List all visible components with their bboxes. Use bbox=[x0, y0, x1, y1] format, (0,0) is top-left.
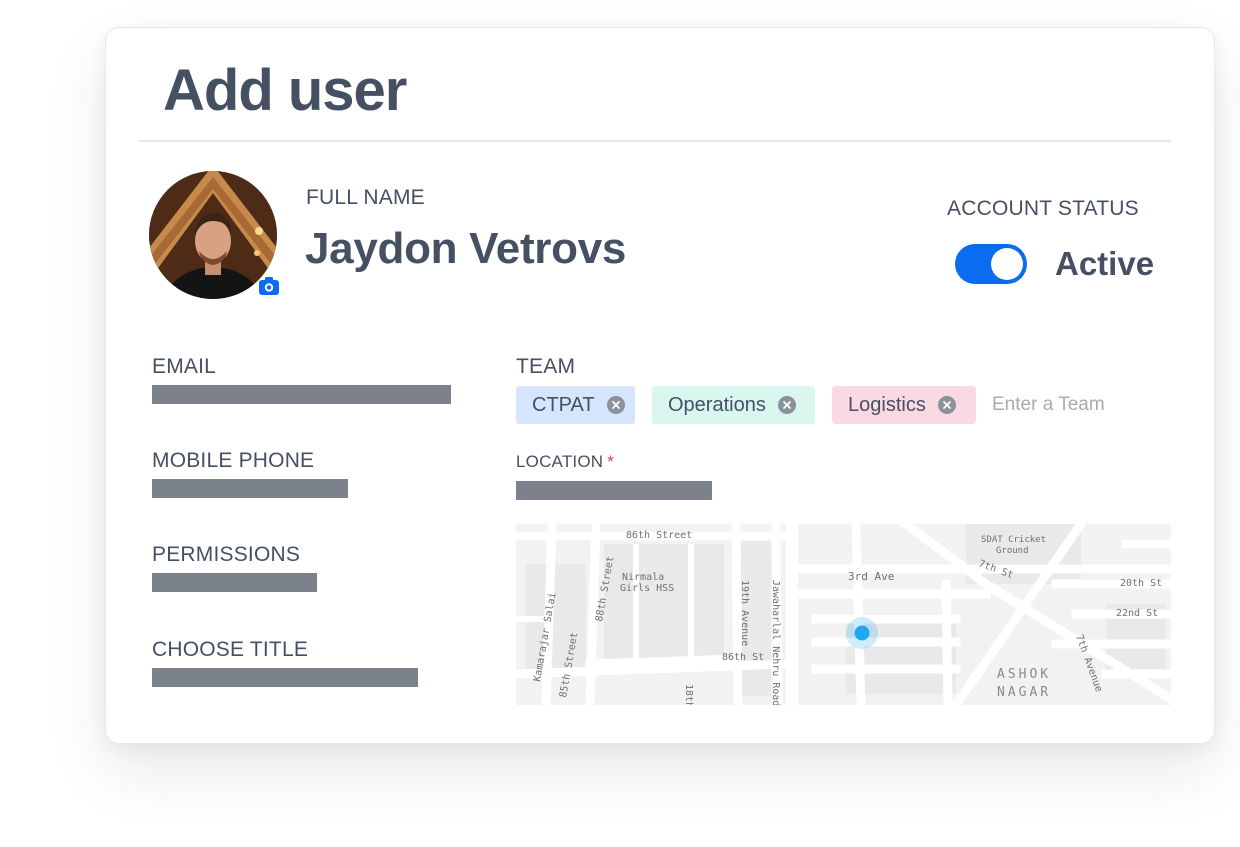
page-title: Add user bbox=[163, 58, 407, 123]
choose-title-field[interactable] bbox=[152, 668, 418, 687]
permissions-label: PERMISSIONS bbox=[152, 543, 301, 566]
map-label-18th: 18th bbox=[683, 684, 694, 705]
mobile-phone-label: MOBILE PHONE bbox=[152, 449, 315, 472]
location-label: LOCATION * bbox=[516, 453, 614, 470]
close-circle-icon[interactable] bbox=[606, 396, 625, 414]
location-map[interactable]: 86th Street Nirmala Girls HSS 88th Stree… bbox=[516, 524, 1171, 705]
full-name-value[interactable]: Jaydon Vetrovs bbox=[305, 227, 626, 271]
map-label-22nd-st: 22nd St bbox=[1116, 608, 1158, 619]
toggle-knob bbox=[991, 248, 1023, 280]
required-mark: * bbox=[607, 452, 615, 471]
map-label-cricket-2: Ground bbox=[996, 546, 1029, 556]
map-label-86th-st: 86th St bbox=[722, 652, 764, 663]
map-label-20th-st: 20th St bbox=[1120, 578, 1162, 589]
mobile-phone-field[interactable] bbox=[152, 479, 348, 498]
account-status-value: Active bbox=[1055, 245, 1155, 282]
map-label-86th-street: 86th Street bbox=[626, 530, 692, 541]
team-chip-label: CTPAT bbox=[532, 393, 595, 416]
title-divider bbox=[139, 140, 1171, 142]
team-chip-logistics[interactable]: Logistics bbox=[832, 386, 976, 424]
location-field[interactable] bbox=[516, 481, 712, 500]
team-input[interactable]: Enter a Team bbox=[992, 394, 1105, 416]
team-chip-operations[interactable]: Operations bbox=[652, 386, 815, 424]
map-label-school: Nirmala bbox=[622, 572, 664, 583]
map-label-nehru-road: Jawaharlal Nehru Road bbox=[770, 580, 781, 705]
location-label-text: LOCATION bbox=[516, 452, 604, 471]
map-label-19th-avenue: 19th Avenue bbox=[739, 580, 750, 646]
map-label-school-2: Girls HSS bbox=[620, 583, 674, 594]
choose-title-label: CHOOSE TITLE bbox=[152, 638, 309, 661]
team-chip-label: Operations bbox=[668, 393, 766, 416]
team-chip-ctpat[interactable]: CTPAT bbox=[516, 386, 635, 424]
close-circle-icon[interactable] bbox=[777, 396, 796, 414]
email-label: EMAIL bbox=[152, 355, 217, 378]
account-status-toggle[interactable] bbox=[955, 244, 1027, 284]
permissions-field[interactable] bbox=[152, 573, 317, 592]
add-user-card: Add user FULL NAME Jaydon Vetrovs ACCOUN… bbox=[105, 27, 1215, 744]
team-chip-label: Logistics bbox=[848, 393, 926, 416]
close-circle-icon[interactable] bbox=[937, 396, 956, 414]
full-name-label: FULL NAME bbox=[306, 186, 425, 209]
map-label-cricket: SDAT Cricket bbox=[981, 535, 1046, 545]
map-label-area: ASHOK bbox=[997, 667, 1051, 682]
account-status-label: ACCOUNT STATUS bbox=[947, 197, 1139, 220]
camera-icon[interactable] bbox=[258, 276, 280, 296]
map-label-3rd-ave: 3rd Ave bbox=[848, 570, 894, 583]
map-label-area-2: NAGAR bbox=[997, 685, 1051, 700]
team-label: TEAM bbox=[516, 355, 576, 378]
email-field[interactable] bbox=[152, 385, 451, 404]
location-pin[interactable] bbox=[854, 625, 870, 641]
